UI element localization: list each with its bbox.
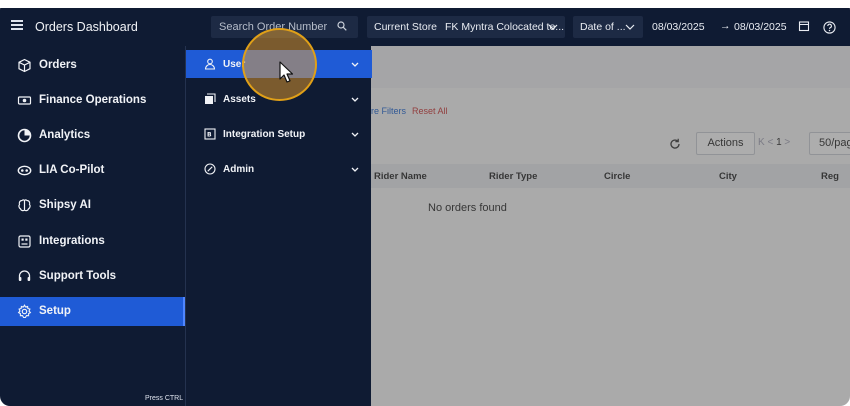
mouse-pointer-icon — [279, 61, 294, 83]
date-to[interactable]: 08/03/2025 — [734, 21, 787, 33]
sidebar-item-label: Finance Operations — [39, 94, 147, 106]
sidebar-item-orders[interactable]: Orders — [0, 51, 185, 80]
box-icon — [18, 58, 31, 73]
money-icon — [17, 96, 32, 105]
chevron-down-icon — [351, 97, 359, 102]
date-from[interactable]: 08/03/2025 — [652, 21, 705, 33]
sidebar-item-support-tools[interactable]: Support Tools — [0, 262, 185, 291]
sidebar-item-label: Integrations — [39, 235, 105, 247]
store-value: FK Myntra Colocated te... — [445, 21, 565, 33]
chevron-down-icon — [548, 24, 558, 30]
sidebar: Orders Finance Operations Analytics LIA … — [0, 46, 226, 406]
store-label: Current Store — [374, 21, 438, 33]
pie-chart-icon — [17, 128, 32, 143]
submenu-item-label: Assets — [223, 94, 256, 105]
brain-icon — [18, 199, 31, 212]
date-type-select[interactable]: Date of ... — [573, 16, 643, 38]
integration-icon — [18, 235, 31, 248]
chevron-down-icon — [351, 62, 359, 67]
store-select[interactable]: Current Store FK Myntra Colocated te... — [367, 16, 565, 38]
sidebar-item-integrations[interactable]: Integrations — [0, 227, 185, 256]
top-bar: Orders Dashboard Search Order Number Cur… — [0, 8, 850, 46]
copilot-icon — [17, 165, 32, 176]
shield-icon — [204, 163, 216, 175]
submenu-item-label: Admin — [223, 164, 255, 175]
user-icon — [204, 58, 216, 70]
calendar-icon[interactable] — [798, 20, 810, 32]
chevron-down-icon — [625, 24, 635, 30]
chevron-down-icon — [351, 132, 359, 137]
svg-text:B: B — [207, 132, 212, 139]
sidebar-item-finance-operations[interactable]: Finance Operations — [0, 86, 185, 115]
sidebar-item-setup[interactable]: Setup — [0, 297, 185, 326]
sidebar-item-lia-co-pilot[interactable]: LIA Co-Pilot — [0, 156, 185, 185]
sidebar-item-analytics[interactable]: Analytics — [0, 121, 185, 150]
sidebar-item-label: Analytics — [39, 129, 91, 141]
help-icon[interactable] — [823, 21, 836, 34]
date-type-value: Date of ... — [580, 21, 626, 33]
hamburger-menu-icon[interactable] — [11, 20, 23, 30]
integration-setup-icon: B — [204, 128, 216, 140]
sidebar-item-shipsy-ai[interactable]: Shipsy AI — [0, 191, 185, 220]
search-icon[interactable] — [337, 21, 347, 31]
sidebar-item-label: Shipsy AI — [39, 199, 91, 211]
submenu-item-admin[interactable]: Admin — [186, 155, 372, 183]
gear-icon — [17, 304, 32, 319]
modal-overlay[interactable] — [371, 46, 850, 406]
sidebar-item-label: Orders — [39, 59, 77, 71]
assets-icon — [205, 93, 216, 104]
app-window: re Filters Reset All Actions K < 1 > 50/p… — [0, 0, 850, 406]
chevron-down-icon — [351, 167, 359, 172]
sidebar-item-label: Support Tools — [39, 270, 117, 282]
headset-icon — [18, 270, 31, 281]
submenu-item-label: Integration Setup — [223, 129, 306, 140]
app-title: Orders Dashboard — [35, 20, 138, 34]
sidebar-item-label: Setup — [39, 305, 71, 317]
submenu-item-integration-setup[interactable]: B Integration Setup — [186, 120, 372, 148]
sidebar-item-label: LIA Co-Pilot — [39, 164, 105, 176]
date-range-arrow: → — [720, 20, 731, 32]
